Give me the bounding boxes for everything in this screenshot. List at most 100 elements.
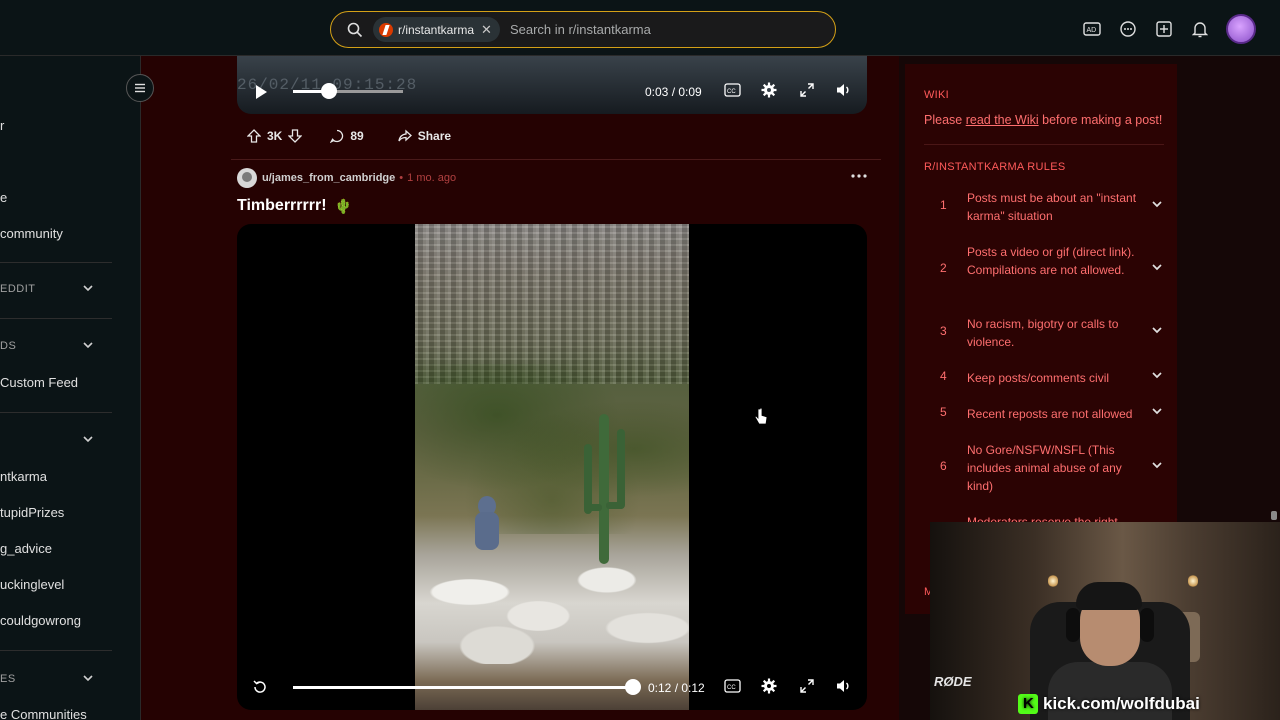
- captions-button[interactable]: CC: [723, 677, 741, 695]
- post-title[interactable]: Timberrrrrr! 🌵: [237, 197, 352, 215]
- vote-group: 3K: [237, 123, 312, 149]
- sidebar-item[interactable]: r: [0, 118, 4, 133]
- rule-item[interactable]: 4 Keep posts/comments civil: [924, 369, 1169, 387]
- downvote-icon[interactable]: [288, 129, 303, 143]
- sidebar-divider: [0, 318, 112, 319]
- rule-item[interactable]: 1 Posts must be about an "instant karma"…: [924, 189, 1169, 225]
- chevron-down-icon[interactable]: [1150, 260, 1164, 274]
- share-icon: [398, 129, 412, 142]
- rule-text: Posts must be about an "instant karma" s…: [967, 191, 1137, 223]
- rule-number: 3: [940, 324, 947, 338]
- post-title-text: Timberrrrrr!: [237, 197, 327, 214]
- wiki-link[interactable]: read the Wiki: [966, 113, 1039, 127]
- comments-button[interactable]: 89: [320, 123, 379, 149]
- play-button[interactable]: [251, 82, 271, 102]
- user-avatar-icon[interactable]: [237, 168, 257, 188]
- advertise-icon[interactable]: AD: [1082, 19, 1102, 39]
- settings-button[interactable]: [760, 677, 778, 695]
- fullscreen-button[interactable]: [798, 81, 816, 99]
- chevron-down-icon[interactable]: [1150, 368, 1164, 382]
- post-author[interactable]: u/james_from_cambridge: [262, 172, 395, 184]
- chevron-down-icon[interactable]: [1150, 197, 1164, 211]
- rules-heading: R/INSTANTKARMA RULES: [924, 161, 1066, 173]
- collapse-sidebar-button[interactable]: [126, 74, 154, 102]
- chat-icon[interactable]: [1118, 19, 1138, 39]
- cactus-emoji: 🌵: [334, 197, 352, 214]
- volume-button[interactable]: [835, 677, 853, 695]
- wiki-text: Please read the Wiki before making a pos…: [924, 113, 1162, 127]
- sidebar-item[interactable]: e: [0, 190, 7, 205]
- rule-item[interactable]: 6 No Gore/NSFW/NSFL (This includes anima…: [924, 441, 1169, 495]
- expand-icon: [800, 83, 814, 97]
- more-options-icon[interactable]: [849, 168, 869, 184]
- panel-divider: [924, 144, 1164, 145]
- kick-watermark: kick.com/wolfdubai: [1018, 694, 1200, 714]
- community-chip-label: r/instantkarma: [398, 22, 475, 37]
- community-filter-chip[interactable]: r/instantkarma ✕: [373, 17, 500, 42]
- video-player[interactable]: 0:12 / 0:12 CC: [237, 224, 867, 710]
- share-button[interactable]: Share: [388, 123, 467, 149]
- sidebar-item-community-link[interactable]: uckinglevel: [0, 577, 64, 592]
- sidebar-item-community[interactable]: community: [0, 226, 63, 241]
- mic-brand-label: RØDE: [934, 674, 972, 689]
- user-avatar[interactable]: [1226, 14, 1256, 44]
- sidebar-item-community-link[interactable]: g_advice: [0, 541, 52, 556]
- sidebar-item-custom-feed[interactable]: Custom Feed: [0, 375, 78, 390]
- rule-item[interactable]: 3 No racism, bigotry or calls to violenc…: [924, 315, 1169, 351]
- play-icon: [256, 85, 267, 99]
- gear-icon: [761, 678, 777, 694]
- fullscreen-button[interactable]: [798, 677, 816, 695]
- cactus-image: [584, 414, 625, 564]
- sidebar-section-header[interactable]: EDDIT: [0, 283, 36, 295]
- sidebar-section-header[interactable]: ES: [0, 673, 16, 685]
- upvote-icon[interactable]: [247, 129, 261, 143]
- kick-logo-icon: [1018, 694, 1038, 714]
- post-meta: u/james_from_cambridge • 1 mo. ago: [237, 168, 456, 188]
- kick-handle: kick.com/wolfdubai: [1043, 694, 1200, 713]
- chevron-down-icon[interactable]: [82, 433, 94, 445]
- rule-item[interactable]: 5 Recent reposts are not allowed: [924, 405, 1169, 423]
- rule-number: 5: [940, 405, 947, 419]
- chevron-down-icon[interactable]: [82, 339, 94, 351]
- lamp-light: [1188, 574, 1198, 588]
- rule-text: No racism, bigotry or calls to violence.: [967, 317, 1119, 349]
- video-seek-handle[interactable]: [321, 83, 338, 99]
- chevron-down-icon[interactable]: [82, 672, 94, 684]
- sidebar-item-community-link[interactable]: tupidPrizes: [0, 505, 64, 520]
- remove-filter-icon[interactable]: ✕: [481, 22, 492, 38]
- wiki-heading: WIKI: [924, 89, 950, 101]
- vote-count: 3K: [267, 129, 283, 143]
- sidebar-item-community-link[interactable]: ntkarma: [0, 469, 47, 484]
- rule-item[interactable]: 2 Posts a video or gif (direct link). Co…: [924, 243, 1169, 297]
- svg-text:AD: AD: [1087, 27, 1097, 34]
- scrollbar-thumb[interactable]: [1271, 511, 1277, 520]
- rule-number: 6: [940, 459, 947, 473]
- sidebar-item-community-link[interactable]: couldgowrong: [0, 613, 81, 628]
- rule-text: Recent reposts are not allowed: [967, 407, 1133, 421]
- replay-button[interactable]: [249, 676, 271, 698]
- headset-right: [1140, 608, 1154, 642]
- chevron-down-icon[interactable]: [1150, 458, 1164, 472]
- sidebar-section-header[interactable]: DS: [0, 340, 16, 352]
- post-age: 1 mo. ago: [407, 172, 457, 184]
- chevron-down-icon[interactable]: [1150, 404, 1164, 418]
- video-scene-town: [415, 224, 689, 384]
- chevron-down-icon[interactable]: [1150, 323, 1164, 337]
- settings-button[interactable]: [760, 81, 778, 99]
- headset-left: [1066, 608, 1080, 642]
- notifications-bell-icon[interactable]: [1190, 19, 1210, 39]
- rule-text: Keep posts/comments civil: [967, 371, 1110, 385]
- hand-cursor-icon: [754, 408, 768, 425]
- svg-text:CC: CC: [727, 89, 736, 95]
- volume-button[interactable]: [835, 81, 853, 99]
- comment-icon: [330, 129, 344, 143]
- create-post-icon[interactable]: [1154, 19, 1174, 39]
- video-time: 0:12 / 0:12: [648, 681, 705, 695]
- video-seek-handle[interactable]: [625, 679, 641, 695]
- captions-button[interactable]: CC: [723, 81, 741, 99]
- search-bar[interactable]: r/instantkarma ✕ Search in r/instantkarm…: [330, 11, 836, 48]
- search-input[interactable]: Search in r/instantkarma: [510, 22, 651, 37]
- video-player[interactable]: 26/02/11 09:15:28 0:03 / 0:09 CC: [237, 56, 867, 114]
- chevron-down-icon[interactable]: [82, 282, 94, 294]
- sidebar-item-communities[interactable]: e Communities: [0, 707, 87, 720]
